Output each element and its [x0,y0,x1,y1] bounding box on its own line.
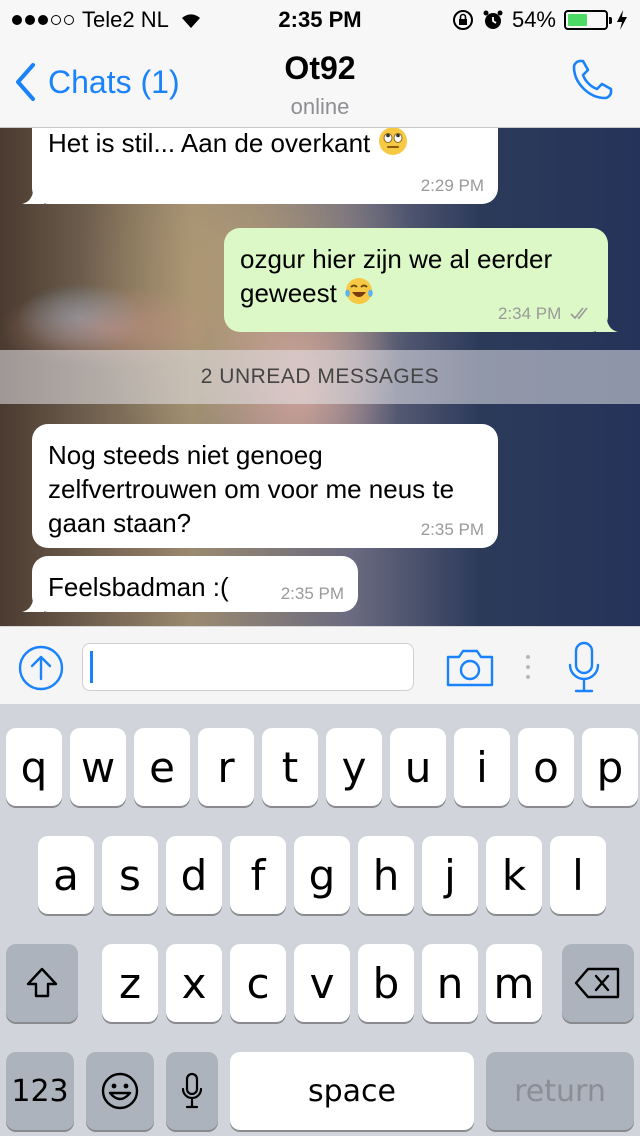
message-incoming[interactable]: Feelsbadman :( 2:35 PM [22,556,358,612]
key-w[interactable]: w [70,728,126,806]
carrier-name: Tele2 NL [82,7,169,32]
message-text: ozgur hier zijn we al eerder geweest [240,244,553,308]
key-o[interactable]: o [518,728,574,806]
space-key[interactable]: space [230,1052,474,1130]
text-caret [90,651,93,683]
battery-percent: 54% [511,7,556,32]
key-g[interactable]: g [294,836,350,914]
backspace-icon [574,967,620,999]
emoji-key[interactable] [86,1052,154,1130]
return-key[interactable]: return [486,1052,634,1130]
camera-icon[interactable] [444,643,496,691]
key-h[interactable]: h [358,836,414,914]
key-j[interactable]: j [422,836,478,914]
key-k[interactable]: k [486,836,542,914]
message-incoming[interactable]: Nog steeds niet genoeg zelfvertrouwen om… [32,424,498,548]
signal-strength-icon [12,15,74,25]
key-z[interactable]: z [102,944,158,1022]
keyboard: qwertyuiop asdfghjkl zxcvbnm 123 space r… [0,704,640,1136]
bubble-tail [22,590,44,612]
key-m[interactable]: m [486,944,542,1022]
key-b[interactable]: b [358,944,414,1022]
message-text: Feelsbadman :( [48,572,229,602]
message-time: 2:29 PM [420,176,484,195]
key-n[interactable]: n [422,944,478,1022]
orientation-lock-icon [452,10,473,30]
key-f[interactable]: f [230,836,286,914]
battery-icon [564,10,612,30]
key-a[interactable]: a [38,836,94,914]
key-q[interactable]: q [6,728,62,806]
key-i[interactable]: i [454,728,510,806]
rolling-eyes-emoji-icon [378,128,407,155]
message-time: 2:35 PM [420,520,484,539]
phone-call-icon[interactable] [568,56,616,104]
microphone-icon[interactable] [566,639,602,695]
microphone-icon [181,1072,203,1109]
key-p[interactable]: p [582,728,638,806]
key-v[interactable]: v [294,944,350,1022]
message-input[interactable] [82,643,414,691]
contact-status: online [290,94,350,119]
key-x[interactable]: x [166,944,222,1022]
key-e[interactable]: e [134,728,190,806]
bubble-tail [22,182,44,204]
key-d[interactable]: d [166,836,222,914]
compose-bar [0,626,640,704]
charging-bolt-icon [617,10,627,30]
message-time-status: 2:34 PM [498,304,594,324]
key-t[interactable]: t [262,728,318,806]
unread-messages-divider: 2 UNREAD MESSAGES [0,350,640,404]
chat-header: Chats (1) Ot92 online [0,40,640,128]
key-c[interactable]: c [230,944,286,1022]
message-outgoing[interactable]: ozgur hier zijn we al eerder geweest 2:3… [224,228,618,332]
key-l[interactable]: l [550,836,606,914]
dictation-key[interactable] [166,1052,218,1130]
message-incoming[interactable]: Het is stil... Aan de overkant 2:29 PM [22,128,498,204]
wifi-icon [181,14,200,28]
upload-arrow-icon[interactable] [18,645,64,691]
message-text: Nog steeds niet genoeg zelfvertrouwen om… [48,440,455,538]
smiley-icon [101,1072,139,1110]
tears-of-joy-emoji-icon [345,278,373,304]
message-time: 2:35 PM [280,584,344,603]
shift-arrow-icon [26,967,58,998]
message-time: 2:34 PM [497,304,562,323]
bubble-tail [596,310,618,332]
double-check-read-icon [570,307,588,320]
shift-key[interactable] [6,944,78,1022]
contact-name[interactable]: Ot92 [0,50,640,87]
key-u[interactable]: u [390,728,446,806]
status-bar: Tele2 NL 2:35 PM 54% [0,0,640,40]
separator-dots [526,655,530,679]
key-y[interactable]: y [326,728,382,806]
message-list[interactable]: Het is stil... Aan de overkant 2:29 PM o… [0,128,640,626]
numbers-key[interactable]: 123 [6,1052,74,1130]
message-text: Het is stil... Aan de overkant [48,128,371,158]
key-s[interactable]: s [102,836,158,914]
key-r[interactable]: r [198,728,254,806]
delete-key[interactable] [562,944,634,1022]
alarm-icon [483,10,503,29]
